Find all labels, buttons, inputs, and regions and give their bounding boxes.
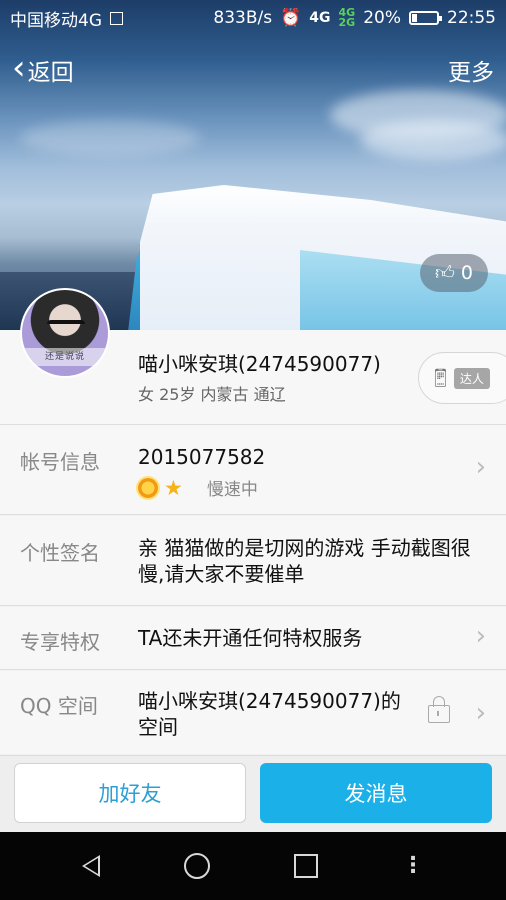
cloud-shape	[360, 120, 506, 160]
talent-badge-label: 达人	[453, 367, 490, 389]
back-button[interactable]: ‹ 返回	[12, 48, 74, 88]
account-info-label: 帐号信息	[20, 450, 100, 474]
signature-row: 个性签名 亲 猫猫做的是切网的游戏 手动截图很慢,请大家不要催单	[0, 516, 506, 606]
qzone-row[interactable]: QQ 空间 喵小咪安琪(2474590077)的空间 ›	[0, 671, 506, 754]
privilege-label: 专享特权	[20, 630, 100, 654]
more-button[interactable]: 更多	[448, 53, 494, 87]
profile-meta: 女 25岁 内蒙古 通辽	[138, 385, 286, 404]
privilege-text: TA还未开通任何特权服务	[138, 626, 363, 650]
lock-icon	[428, 696, 450, 723]
net-speed: 833B/s	[213, 8, 273, 28]
status-bar: 中国移动4G 833B/s ⏰ 4G 4G 2G 20% 22:55	[0, 0, 506, 36]
like-count: 0	[460, 262, 473, 284]
signature-text: 亲 猫猫做的是切网的游戏 手动截图很慢,请大家不要催单	[138, 536, 471, 586]
action-bar: 加好友 发消息	[0, 755, 506, 833]
image-notification-icon	[110, 11, 123, 25]
alarm-icon: ⏰	[280, 8, 302, 28]
privilege-row[interactable]: 专享特权 TA还未开通任何特权服务 ›	[0, 607, 506, 670]
chevron-right-icon: ›	[475, 452, 486, 482]
cloud-shape	[20, 120, 200, 156]
like-button[interactable]: 👍︎ 0	[420, 254, 488, 292]
send-message-button[interactable]: 发消息	[260, 763, 492, 823]
chevron-left-icon: ‹	[12, 48, 26, 88]
speed-status: 慢速中	[206, 480, 258, 500]
signal-icon: 4G 2G	[338, 7, 356, 29]
thumbs-up-icon: 👍︎	[435, 261, 455, 284]
profile-nickname: 喵小咪安琪(2474590077)	[138, 352, 381, 376]
menu-dots-icon[interactable]: ⋮	[402, 855, 424, 877]
avatar-glasses-shape	[47, 320, 85, 336]
avatar[interactable]: 还是说说	[20, 288, 110, 378]
qzone-text: 喵小咪安琪(2474590077)的空间	[138, 689, 401, 739]
clock-time: 22:55	[447, 8, 496, 28]
phone-wings-icon: 📱︎	[429, 367, 452, 389]
add-friend-button[interactable]: 加好友	[14, 763, 246, 823]
recents-square-icon[interactable]	[294, 854, 318, 878]
back-label: 返回	[27, 60, 74, 86]
carrier-label: 中国移动4G	[10, 10, 102, 31]
star-level-icon: ★	[164, 475, 183, 500]
battery-percent: 20%	[363, 8, 401, 28]
chevron-right-icon: ›	[475, 698, 486, 728]
qzone-label: QQ 空间	[20, 694, 98, 718]
talent-badge-button[interactable]: 📱︎ 达人	[418, 352, 506, 404]
back-triangle-icon[interactable]	[82, 855, 100, 877]
avatar-caption: 还是说说	[22, 348, 108, 366]
system-nav-bar: ⋮	[0, 832, 506, 900]
battery-icon	[409, 11, 442, 25]
signal-label-2g: 2G	[338, 16, 356, 29]
chevron-right-icon: ›	[475, 621, 486, 651]
level-indicator: ★ 慢速中	[138, 475, 258, 500]
net-type-label: 4G	[309, 10, 331, 26]
account-info-row[interactable]: 帐号信息 2015077582 ★ 慢速中 ›	[0, 425, 506, 515]
home-circle-icon[interactable]	[184, 853, 210, 879]
sun-level-icon	[138, 477, 158, 498]
top-nav-bar: ‹ 返回 更多	[0, 48, 506, 92]
battery-fill	[412, 14, 418, 22]
account-number: 2015077582	[138, 445, 266, 469]
signature-label: 个性签名	[20, 541, 100, 565]
